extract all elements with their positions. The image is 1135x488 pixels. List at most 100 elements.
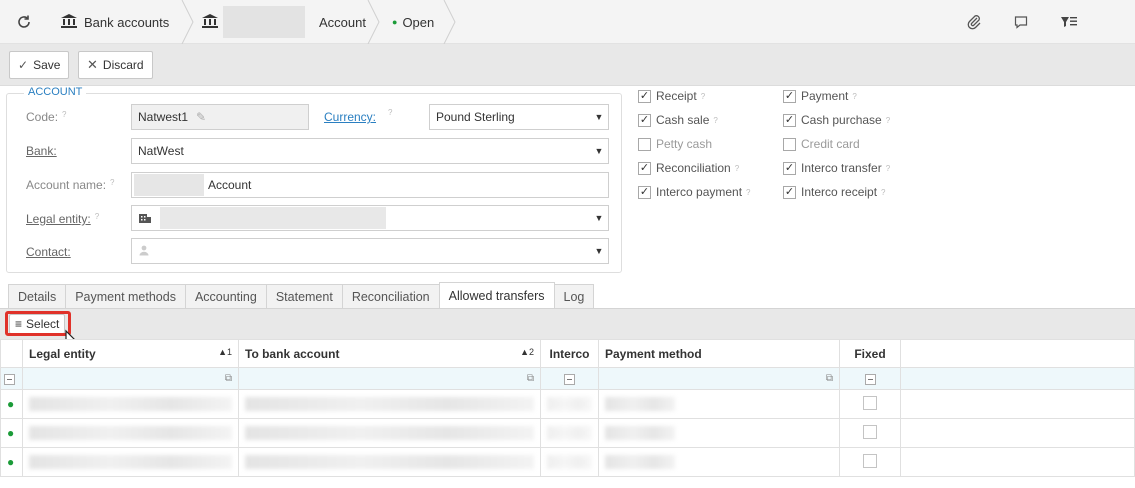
checkmark-icon[interactable]: ✓ xyxy=(638,89,651,103)
allowed-transfers-table: Legal entity ▲1 To bank account ▲2 Interco… xyxy=(0,339,1135,477)
status-dot-icon: ● xyxy=(392,17,398,27)
column-header-empty xyxy=(900,339,1135,368)
checkbox-interco-payment[interactable]: ✓ Interco payment? xyxy=(638,185,751,199)
breadcrumb-record[interactable]: Account xyxy=(201,0,366,44)
checkbox-label: Receipt xyxy=(656,89,697,103)
cell-to-bank-account[interactable] xyxy=(238,447,541,477)
filter-list-icon[interactable] xyxy=(1060,0,1078,44)
tab-allowed-transfers[interactable]: Allowed transfers xyxy=(438,282,555,309)
filter-interco[interactable] xyxy=(540,367,599,390)
cell-to-bank-account[interactable] xyxy=(238,389,541,419)
checkmark-icon[interactable]: ✓ xyxy=(783,161,796,175)
open-external-icon[interactable]: ⧉ xyxy=(527,373,534,384)
breadcrumb: Bank accounts Account ● Open xyxy=(0,0,1135,44)
cell-fixed[interactable] xyxy=(839,389,901,419)
paperclip-icon[interactable] xyxy=(966,0,982,44)
checkmark-icon[interactable]: ✓ xyxy=(783,89,796,103)
currency-select[interactable]: Pound Sterling ▼ xyxy=(429,104,609,130)
sort-asc-icon: ▲2 xyxy=(520,346,534,357)
checkbox-petty-cash[interactable]: Petty cash xyxy=(638,137,712,151)
checkbox-credit-card[interactable]: Credit card xyxy=(783,137,860,151)
bank-select[interactable]: NatWest ▼ xyxy=(131,138,609,164)
discard-button-label: Discard xyxy=(102,58,144,72)
save-button-label: Save xyxy=(33,58,61,72)
save-button[interactable]: ✓ Save xyxy=(9,51,70,79)
cell-to-bank-account[interactable] xyxy=(238,418,541,448)
currency-help-icon: ? xyxy=(388,108,393,117)
contact-select[interactable]: ▼ xyxy=(131,238,609,264)
cell-payment-method[interactable] xyxy=(598,418,840,448)
checkbox-interco-transfer[interactable]: ✓ Interco transfer? xyxy=(783,161,890,175)
legal-entity-label[interactable]: Legal entity:? xyxy=(26,212,99,226)
cell-legal-entity[interactable] xyxy=(22,389,239,419)
comment-icon[interactable] xyxy=(1013,0,1029,44)
account-panel-legend: ACCOUNT xyxy=(24,86,87,98)
account-name-field[interactable]: Account xyxy=(131,172,609,198)
checkbox-reconciliation[interactable]: ✓ Reconciliation? xyxy=(638,161,739,175)
checkbox-label: Cash purchase xyxy=(801,113,882,127)
column-header-legal-entity[interactable]: Legal entity ▲1 xyxy=(22,339,239,368)
open-external-icon[interactable]: ⧉ xyxy=(225,373,232,384)
checkmark-icon[interactable]: ✓ xyxy=(638,185,651,199)
cell-interco[interactable] xyxy=(540,447,599,477)
checkbox-receipt[interactable]: ✓ Receipt? xyxy=(638,89,705,103)
filter-to-bank-account[interactable]: ⧉ xyxy=(238,367,541,390)
column-header-fixed[interactable]: Fixed xyxy=(839,339,901,368)
code-field[interactable]: Natwest1 ✎ xyxy=(131,104,309,130)
pencil-icon[interactable]: ✎ xyxy=(196,110,206,124)
column-header-to-bank-account[interactable]: To bank account ▲2 xyxy=(238,339,541,368)
tab-statement[interactable]: Statement xyxy=(265,284,343,309)
breadcrumb-separator xyxy=(181,0,194,44)
checkbox-box[interactable] xyxy=(783,137,796,151)
fixed-checkbox xyxy=(863,424,877,439)
table-row[interactable]: ● xyxy=(0,389,1135,419)
filter-toggle[interactable] xyxy=(0,367,23,390)
cell-legal-entity[interactable] xyxy=(22,418,239,448)
open-external-icon[interactable]: ⧉ xyxy=(826,373,833,384)
checkbox-payment[interactable]: ✓ Payment? xyxy=(783,89,857,103)
checkmark-icon[interactable]: ✓ xyxy=(638,161,651,175)
checkmark-icon[interactable]: ✓ xyxy=(638,113,651,127)
cell-payment-method[interactable] xyxy=(598,447,840,477)
bank-label[interactable]: Bank: xyxy=(26,144,57,158)
column-header-payment-method[interactable]: Payment method xyxy=(598,339,840,368)
cell-fixed[interactable] xyxy=(839,418,901,448)
checkbox-cash-sale[interactable]: ✓ Cash sale? xyxy=(638,113,718,127)
legal-entity-select[interactable]: ▼ xyxy=(131,205,609,231)
checkbox-box[interactable] xyxy=(638,137,651,151)
cell-empty xyxy=(900,389,1135,419)
cell-fixed[interactable] xyxy=(839,447,901,477)
tab-accounting[interactable]: Accounting xyxy=(184,284,267,309)
contact-label[interactable]: Contact: xyxy=(26,245,71,259)
help-icon: ? xyxy=(885,163,891,173)
tab-payment-methods[interactable]: Payment methods xyxy=(65,284,186,309)
help-icon: ? xyxy=(713,115,718,125)
cell-legal-entity[interactable] xyxy=(22,447,239,477)
currency-label[interactable]: Currency: xyxy=(324,110,376,124)
cell-empty xyxy=(900,447,1135,477)
tab-details[interactable]: Details xyxy=(8,284,67,309)
cell-interco[interactable] xyxy=(540,418,599,448)
cell-payment-method[interactable] xyxy=(598,389,840,419)
checkmark-icon[interactable]: ✓ xyxy=(783,185,796,199)
refresh-icon[interactable] xyxy=(16,0,32,44)
tab-log[interactable]: Log xyxy=(553,284,595,309)
discard-button[interactable]: ✕ Discard xyxy=(78,51,153,79)
column-header-interco[interactable]: Interco xyxy=(540,339,599,368)
filter-payment-method[interactable]: ⧉ xyxy=(598,367,840,390)
breadcrumb-bank-accounts-label: Bank accounts xyxy=(84,14,170,30)
cell-interco[interactable] xyxy=(540,389,599,419)
table-row[interactable]: ● xyxy=(0,447,1135,477)
checkmark-icon[interactable]: ✓ xyxy=(783,113,796,127)
checkbox-interco-receipt[interactable]: ✓ Interco receipt? xyxy=(783,185,886,199)
tab-reconciliation[interactable]: Reconciliation xyxy=(341,284,440,309)
checkbox-label: Credit card xyxy=(801,137,860,151)
breadcrumb-bank-accounts[interactable]: Bank accounts xyxy=(60,0,169,44)
filter-fixed[interactable] xyxy=(839,367,901,390)
checkbox-cash-purchase[interactable]: ✓ Cash purchase? xyxy=(783,113,890,127)
filter-legal-entity[interactable]: ⧉ xyxy=(22,367,239,390)
close-icon: ✕ xyxy=(87,57,98,72)
table-row[interactable]: ● xyxy=(0,418,1135,448)
table-header-row: Legal entity ▲1 To bank account ▲2 Interco… xyxy=(0,339,1135,368)
filter-row: ⧉ ⧉ ⧉ xyxy=(0,367,1135,390)
